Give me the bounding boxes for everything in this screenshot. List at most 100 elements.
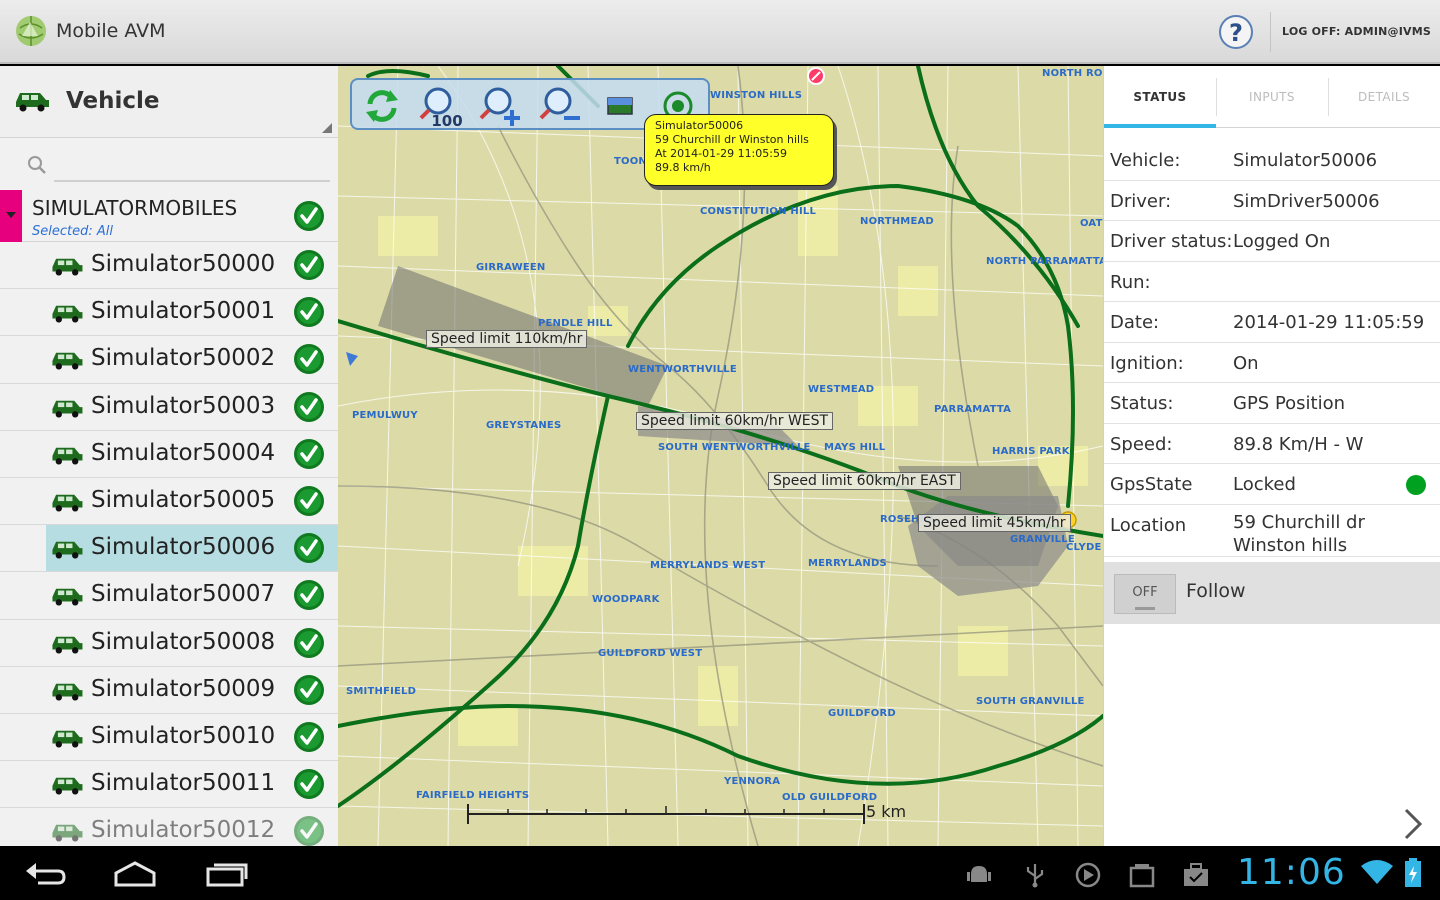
info-value: 59 Churchill dr Winston hills [1233, 511, 1365, 556]
vehicle-type-spinner[interactable]: Vehicle [0, 66, 338, 138]
logoff-button[interactable]: LOG OFF: ADMIN@IVMS [1282, 25, 1431, 38]
svg-text:?: ? [1229, 19, 1243, 47]
map-view[interactable]: WINSTON HILLS TOONGABBIE CONSTITUTION HI… [338, 66, 1103, 846]
info-value: SimDriver50006 [1233, 190, 1380, 212]
car-icon [52, 777, 83, 795]
check-icon[interactable] [293, 674, 325, 706]
media-icon [1075, 862, 1101, 888]
suburb-label: NORTH PARRAMATTA [986, 256, 1103, 267]
vehicle-list-item[interactable]: Simulator50011 [0, 761, 338, 809]
info-row-gps-state: GpsState Locked [1104, 464, 1440, 505]
car-icon [52, 400, 83, 418]
vehicle-info-popup[interactable]: Simulator50006 59 Churchill dr Winston h… [644, 114, 834, 186]
check-icon[interactable] [293, 391, 325, 423]
tab-status[interactable]: STATUS [1104, 66, 1216, 128]
group-check-icon[interactable] [293, 200, 325, 232]
check-icon[interactable] [293, 343, 325, 375]
check-icon[interactable] [293, 249, 325, 281]
vehicle-group-row[interactable]: SIMULATORMOBILES Selected: All [0, 190, 338, 242]
home-icon[interactable] [112, 859, 158, 889]
vehicle-list: Simulator50000 Simulator50001 Simulator500… [0, 242, 338, 846]
suburb-label: OATLANDS [1080, 218, 1103, 229]
popup-time: At 2014-01-29 11:05:59 [655, 147, 787, 160]
suburb-label: MERRYLANDS [808, 558, 887, 569]
suburb-label: PARRAMATTA [934, 404, 1012, 415]
info-value: On [1233, 352, 1259, 374]
info-value: 89.8 Km/H - W [1233, 433, 1364, 455]
zoom-in-icon[interactable] [478, 84, 522, 128]
check-icon[interactable] [293, 815, 325, 846]
status-panel: STATUS INPUTS DETAILS Vehicle: Simulator… [1103, 66, 1440, 846]
vehicle-list-item[interactable]: Simulator50003 [0, 384, 338, 431]
spinner-indicator-icon [322, 123, 332, 133]
group-collapse-toggle[interactable] [0, 190, 22, 242]
vehicle-name: Simulator50009 [91, 675, 276, 702]
info-label: Status: [1110, 393, 1174, 414]
vehicle-list-item[interactable]: Simulator50012 [0, 808, 338, 846]
suburb-label: SOUTH GRANVILLE [976, 696, 1085, 707]
car-icon [52, 258, 83, 276]
vehicle-search [22, 146, 332, 186]
tab-inputs[interactable]: INPUTS [1216, 66, 1328, 128]
check-icon[interactable] [293, 485, 325, 517]
system-navigation-bar: 11:06 [0, 846, 1440, 900]
check-icon[interactable] [293, 296, 325, 328]
info-label: Speed: [1110, 433, 1173, 455]
map-layers-icon[interactable] [598, 84, 642, 128]
info-row-speed: Speed: 89.8 Km/H - W [1104, 424, 1440, 464]
vehicle-list-item[interactable]: Simulator50000 [0, 242, 338, 290]
vehicle-list-item[interactable]: Simulator50004 [0, 431, 338, 478]
suburb-label: FAIRFIELD HEIGHTS [416, 790, 530, 801]
check-icon[interactable] [293, 768, 325, 800]
zoom-out-icon[interactable] [538, 84, 582, 128]
check-icon[interactable] [293, 438, 325, 470]
vehicle-list-item[interactable]: Simulator50010 [0, 714, 338, 762]
zoom-100-icon[interactable]: 100 [418, 84, 462, 128]
vehicle-list-item[interactable]: Simulator50005 [0, 478, 338, 526]
info-value: Simulator50006 [1233, 150, 1378, 171]
battery-icon [1405, 858, 1421, 887]
check-icon[interactable] [293, 627, 325, 659]
action-bar: Mobile AVM ? LOG OFF: ADMIN@IVMS [0, 0, 1440, 64]
vehicle-list-item[interactable]: Simulator50002 [0, 336, 338, 384]
info-row-driver: Driver: SimDriver50006 [1104, 181, 1440, 221]
info-row-date: Date: 2014-01-29 11:05:59 [1104, 302, 1440, 343]
gps-status-indicator [1406, 475, 1426, 495]
vehicle-name: Simulator50004 [91, 439, 276, 466]
vehicle-list-item[interactable]: Simulator50007 [0, 572, 338, 620]
check-icon[interactable] [293, 721, 325, 753]
storage-icon [1129, 864, 1155, 888]
suburb-label: PEMULWUY [352, 410, 418, 421]
logoff-divider [1270, 12, 1271, 52]
map-scale-label: 5 km [866, 802, 907, 821]
speed-limit-label: Speed limit 45km/hr [918, 514, 1071, 532]
car-icon [52, 824, 83, 842]
speed-limit-label: Speed limit 60km/hr WEST [636, 412, 834, 430]
info-value: 2014-01-29 11:05:59 [1233, 312, 1425, 333]
help-icon[interactable]: ? [1218, 14, 1254, 50]
suburb-label: PENDLE HILL [538, 318, 613, 329]
recent-apps-icon[interactable] [204, 859, 250, 889]
vehicle-search-input[interactable] [54, 152, 330, 182]
vehicle-list-item[interactable]: Simulator50008 [0, 620, 338, 667]
usb-icon [1026, 864, 1044, 888]
info-label: Vehicle: [1110, 150, 1181, 171]
suburb-label: NORTH ROCKS [1042, 68, 1103, 79]
speed-limit-label: Speed limit 60km/hr EAST [768, 472, 961, 490]
tab-details[interactable]: DETAILS [1328, 66, 1440, 128]
car-icon [52, 683, 83, 701]
info-row-location: Location 59 Churchill dr Winston hills [1104, 505, 1440, 557]
vehicle-list-item[interactable]: Simulator50001 [0, 289, 338, 337]
check-icon[interactable] [293, 532, 325, 564]
follow-toggle[interactable]: OFF [1114, 574, 1176, 614]
vehicle-list-item[interactable]: Simulator50006 [0, 525, 338, 573]
vehicle-name: Simulator50007 [91, 581, 276, 608]
vehicle-name: Simulator50001 [91, 298, 276, 325]
vehicle-list-item[interactable]: Simulator50009 [0, 667, 338, 714]
check-icon[interactable] [293, 579, 325, 611]
back-icon[interactable] [24, 859, 68, 889]
car-icon [52, 494, 83, 512]
chevron-right-icon[interactable] [1400, 806, 1426, 842]
refresh-icon[interactable] [360, 84, 404, 128]
suburb-label: YENNORA [724, 776, 781, 787]
